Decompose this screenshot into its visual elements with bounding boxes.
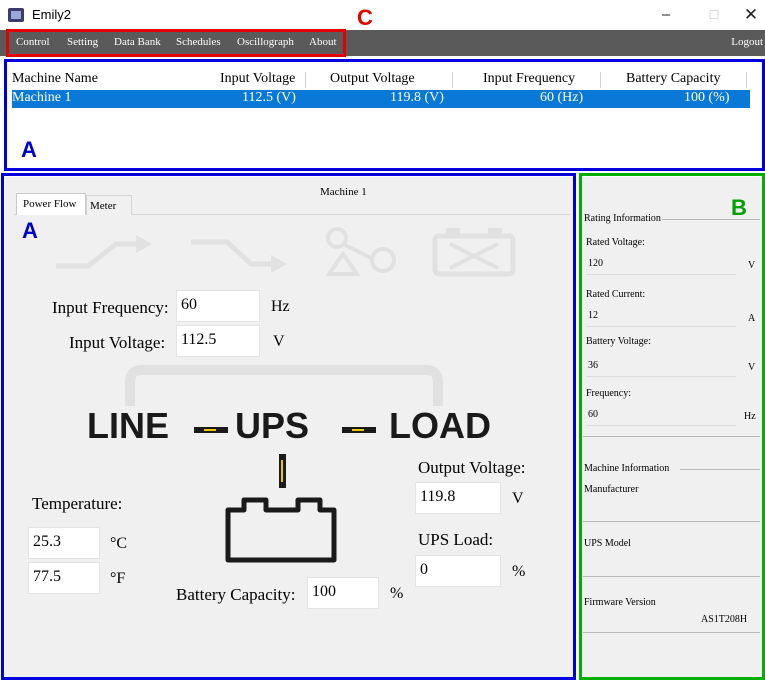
annotation-box-a-top (4, 59, 765, 171)
window-title: Emily2 (32, 7, 72, 22)
annotation-label-a-left: A (22, 218, 38, 243)
annotation-box-a-left (1, 173, 576, 680)
annotation-label-a-top: A (21, 137, 37, 162)
annotation-label-b: B (731, 195, 747, 220)
app-icon (8, 8, 24, 22)
annotation-box-b (579, 173, 765, 680)
close-button[interactable]: ✕ (731, 4, 765, 26)
annotation-box-c (6, 29, 346, 57)
annotation-label-c: C (357, 5, 373, 30)
title-bar: Emily2 – ☐ ✕ (0, 0, 765, 30)
maximize-button[interactable]: ☐ (694, 4, 734, 26)
minimize-button[interactable]: – (646, 4, 686, 26)
logout-link[interactable]: Logout (731, 36, 763, 48)
